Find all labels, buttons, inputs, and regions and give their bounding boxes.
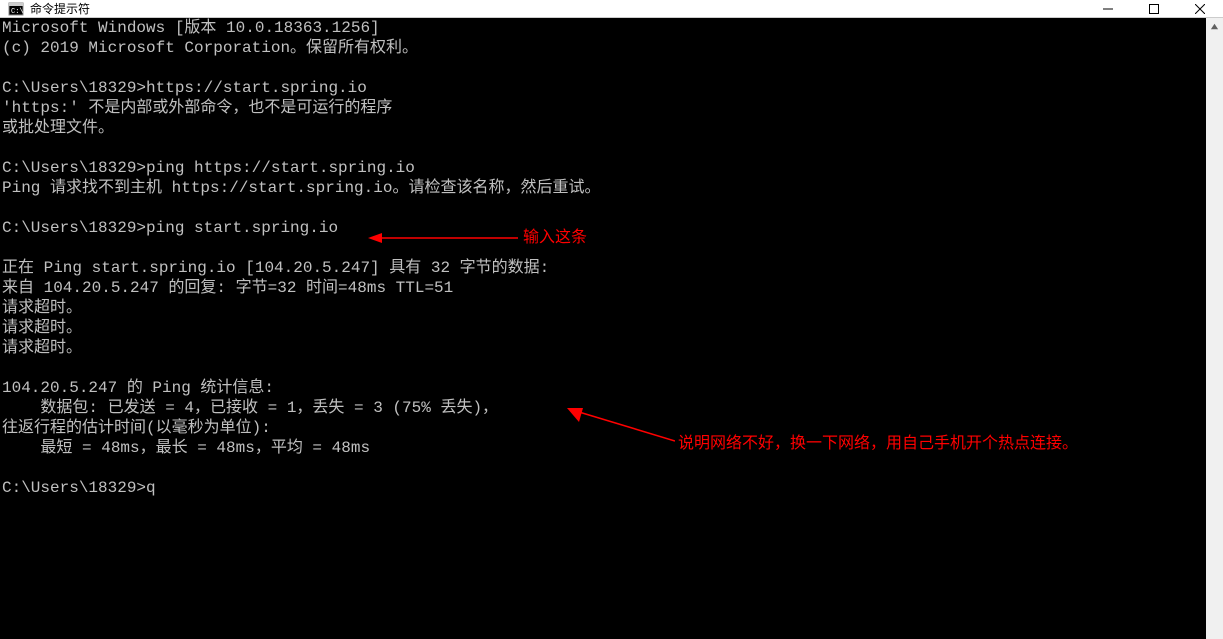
scroll-up-button[interactable] bbox=[1206, 18, 1223, 35]
client-area: Microsoft Windows [版本 10.0.18363.1256](c… bbox=[0, 18, 1223, 639]
terminal-line bbox=[2, 358, 1204, 378]
window-buttons bbox=[1085, 0, 1223, 17]
terminal-line: Ping 请求找不到主机 https://start.spring.io。请检查… bbox=[2, 178, 1204, 198]
terminal-line: C:\Users\18329>ping https://start.spring… bbox=[2, 158, 1204, 178]
app-icon: C:\ bbox=[8, 1, 24, 17]
terminal-line: 请求超时。 bbox=[2, 298, 1204, 318]
maximize-button[interactable] bbox=[1131, 0, 1177, 17]
window: C:\ 命令提示符 Microsoft Windows [版本 10.0.183… bbox=[0, 0, 1223, 639]
annotation-text-2: 说明网络不好，换一下网络，用自己手机开个热点连接。 bbox=[678, 434, 1078, 454]
terminal-line: 来自 104.20.5.247 的回复: 字节=32 时间=48ms TTL=5… bbox=[2, 278, 1204, 298]
close-button[interactable] bbox=[1177, 0, 1223, 17]
terminal-line: 请求超时。 bbox=[2, 318, 1204, 338]
terminal[interactable]: Microsoft Windows [版本 10.0.18363.1256](c… bbox=[0, 18, 1206, 639]
terminal-line bbox=[2, 238, 1204, 258]
window-title: 命令提示符 bbox=[30, 0, 90, 17]
terminal-line: 或批处理文件。 bbox=[2, 118, 1204, 138]
terminal-line bbox=[2, 198, 1204, 218]
terminal-line: Microsoft Windows [版本 10.0.18363.1256] bbox=[2, 18, 1204, 38]
terminal-line bbox=[2, 58, 1204, 78]
annotation-text-1: 输入这条 bbox=[523, 228, 587, 248]
terminal-line: 'https:' 不是内部或外部命令，也不是可运行的程序 bbox=[2, 98, 1204, 118]
terminal-line: C:\Users\18329>ping start.spring.io bbox=[2, 218, 1204, 238]
terminal-line: 正在 Ping start.spring.io [104.20.5.247] 具… bbox=[2, 258, 1204, 278]
terminal-line bbox=[2, 138, 1204, 158]
terminal-line: 请求超时。 bbox=[2, 338, 1204, 358]
vertical-scrollbar[interactable] bbox=[1206, 18, 1223, 639]
svg-text:C:\: C:\ bbox=[11, 8, 24, 16]
terminal-line: C:\Users\18329>https://start.spring.io bbox=[2, 78, 1204, 98]
terminal-line: 数据包: 已发送 = 4，已接收 = 1，丢失 = 3 (75% 丢失)， bbox=[2, 398, 1204, 418]
terminal-line: 104.20.5.247 的 Ping 统计信息: bbox=[2, 378, 1204, 398]
titlebar[interactable]: C:\ 命令提示符 bbox=[0, 0, 1223, 18]
terminal-line: (c) 2019 Microsoft Corporation。保留所有权利。 bbox=[2, 38, 1204, 58]
terminal-line bbox=[2, 458, 1204, 478]
terminal-line: C:\Users\18329>q bbox=[2, 478, 1204, 498]
minimize-button[interactable] bbox=[1085, 0, 1131, 17]
